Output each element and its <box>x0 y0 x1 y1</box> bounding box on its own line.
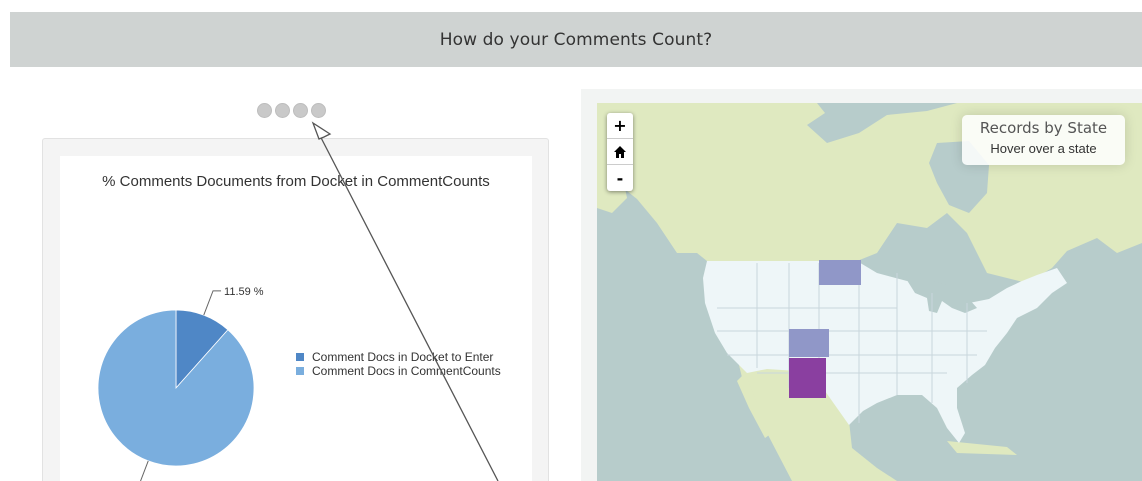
state-colorado[interactable] <box>789 329 829 357</box>
legend-item[interactable]: Comment Docs in CommentCounts <box>312 364 501 378</box>
home-button[interactable] <box>607 139 633 165</box>
state-new-mexico[interactable] <box>789 358 826 398</box>
pie-chart: 11.59 % Comment Docs in Docket to EnterCo… <box>97 286 501 481</box>
map-view[interactable]: + - Records by State Hover over a state <box>597 103 1142 481</box>
page-title: How do your Comments Count? <box>439 29 713 50</box>
map-legend: Records by State Hover over a state <box>962 115 1125 165</box>
carousel-dot-3[interactable] <box>293 103 308 118</box>
map-zoom-controls: + - <box>607 113 633 191</box>
pie-data-label: 11.59 % <box>224 286 264 298</box>
pie-label-connector <box>140 460 149 481</box>
carousel-dot-2[interactable] <box>275 103 290 118</box>
pie-slice[interactable] <box>97 309 255 467</box>
state-north-dakota[interactable] <box>819 260 861 285</box>
pie-chart-card: % Comments Documents from Docket in Comm… <box>60 156 532 481</box>
legend-swatch <box>296 367 304 375</box>
mouse-pointer-icon <box>311 121 332 140</box>
legend-swatch <box>296 353 304 361</box>
header-banner: How do your Comments Count? <box>10 12 1142 67</box>
zoom-in-button[interactable]: + <box>607 113 633 139</box>
carousel-dot-4[interactable] <box>311 103 326 118</box>
map-legend-title: Records by State <box>979 119 1108 137</box>
legend-item[interactable]: Comment Docs in Docket to Enter <box>312 350 493 364</box>
map-legend-hint: Hover over a state <box>990 141 1097 156</box>
zoom-out-button[interactable]: - <box>607 165 633 191</box>
carousel-indicator <box>257 103 326 118</box>
carousel-dot-1[interactable] <box>257 103 272 118</box>
pie-label-connector <box>203 290 222 316</box>
home-icon <box>614 145 626 158</box>
